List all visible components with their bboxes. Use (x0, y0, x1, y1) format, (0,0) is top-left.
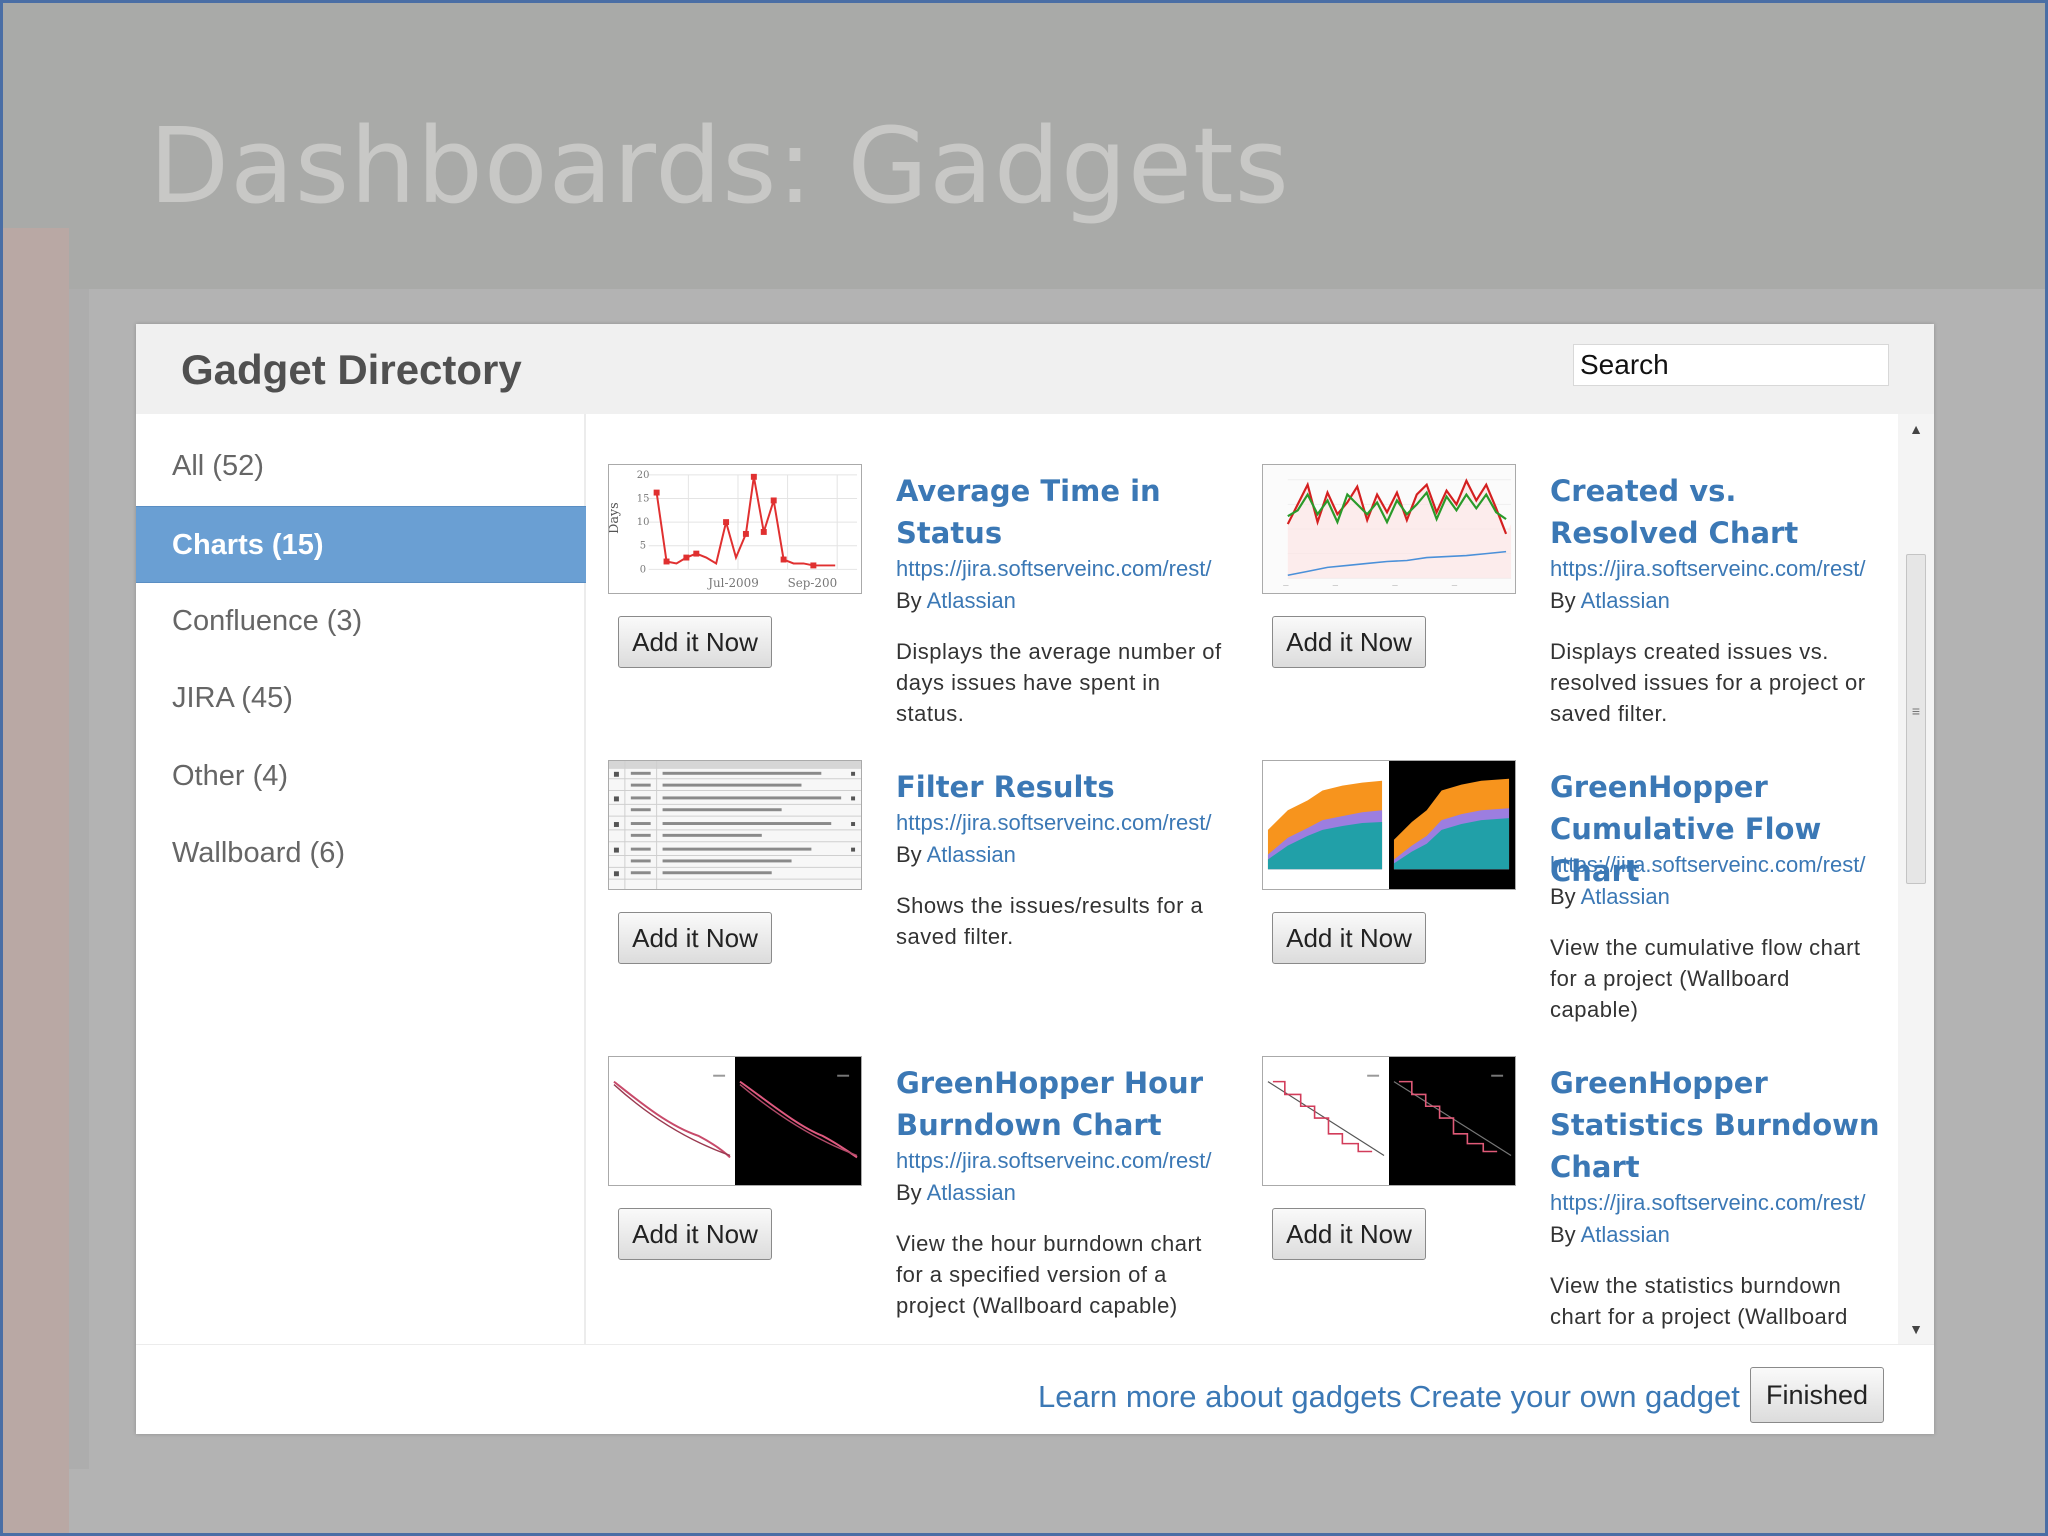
author-link[interactable]: Atlassian (927, 588, 1016, 613)
slide-accent-bar (3, 228, 69, 1533)
scroll-thumb[interactable]: ≡ (1906, 554, 1926, 884)
created-vs-resolved-thumb-chart: — — — — (1263, 465, 1515, 593)
thumb-ytick: 10 (637, 517, 650, 528)
gadget-url[interactable]: https://jira.softserveinc.com/rest/ (1550, 556, 1890, 582)
gadget-directory-dialog: Gadget Directory All (52) Charts (15) Co… (136, 324, 1934, 1434)
gadget-url[interactable]: https://jira.softserveinc.com/rest/ (896, 556, 1236, 582)
author-link[interactable]: Atlassian (1581, 884, 1670, 909)
by-label: By (1550, 884, 1576, 909)
slide-header: Dashboards: Gadgets (3, 3, 2045, 289)
gadget-description: Shows the issues/results for a saved fil… (896, 893, 1204, 949)
gadget-author-line: By Atlassian (1550, 588, 1670, 614)
add-it-now-button[interactable]: Add it Now (1272, 912, 1426, 964)
gadget-author-line: By Atlassian (1550, 1222, 1670, 1248)
by-label: By (896, 588, 922, 613)
gadget-thumbnail (608, 1056, 862, 1186)
author-link[interactable]: Atlassian (1581, 1222, 1670, 1247)
gadget-list-scrollbar[interactable]: ▲ ≡ ▼ (1898, 414, 1934, 1344)
gadget-author-line: By Atlassian (896, 588, 1016, 614)
add-it-now-button[interactable]: Add it Now (618, 1208, 772, 1260)
by-label: By (1550, 1222, 1576, 1247)
author-link[interactable]: Atlassian (1581, 588, 1670, 613)
scroll-down-arrow-icon[interactable]: ▼ (1898, 1314, 1934, 1344)
add-it-now-button[interactable]: Add it Now (1272, 616, 1426, 668)
by-label: By (896, 1180, 922, 1205)
gadget-url[interactable]: https://jira.softserveinc.com/rest/ (896, 1148, 1236, 1174)
gadget-greenhopper-statistics-burndown: Add it Now GreenHopper Statistics Burndo… (1242, 1006, 1882, 1344)
category-jira[interactable]: JIRA (45) (136, 660, 586, 737)
dialog-title: Gadget Directory (181, 346, 522, 393)
cumulative-flow-thumb-chart (1263, 761, 1515, 889)
gadget-url[interactable]: https://jira.softserveinc.com/rest/ (896, 810, 1236, 836)
category-wallboard[interactable]: Wallboard (6) (136, 815, 586, 892)
filter-results-thumb-table (609, 761, 861, 889)
svg-text:—: — (1283, 582, 1289, 589)
slide-title: Dashboards: Gadgets (149, 105, 1290, 227)
dialog-header: Gadget Directory (136, 324, 1934, 414)
gadget-title[interactable]: Created vs. Resolved Chart (1550, 470, 1880, 554)
gadget-description: View the hour burndown chart for a speci… (896, 1231, 1202, 1318)
by-label: By (896, 842, 922, 867)
add-it-now-button[interactable]: Add it Now (1272, 1208, 1426, 1260)
add-it-now-button[interactable]: Add it Now (618, 912, 772, 964)
gadget-average-time-in-status: Days 20 15 10 5 0 Jul-2009 Sep-200 Add i… (588, 414, 1228, 726)
gadget-url[interactable]: https://jira.softserveinc.com/rest/ (1550, 1190, 1890, 1216)
thumb-ytick: 0 (640, 564, 646, 575)
learn-more-link[interactable]: Learn more about gadgets (1038, 1379, 1402, 1415)
create-gadget-link[interactable]: Create your own gadget (1409, 1379, 1740, 1415)
gadget-author-line: By Atlassian (896, 842, 1016, 868)
gadget-thumbnail (1262, 1056, 1516, 1186)
gadget-author-line: By Atlassian (1550, 884, 1670, 910)
author-link[interactable]: Atlassian (927, 1180, 1016, 1205)
thumb-ytick: 15 (637, 493, 650, 504)
add-it-now-button[interactable]: Add it Now (618, 616, 772, 668)
statistics-burndown-thumb-chart (1263, 1057, 1515, 1185)
hour-burndown-thumb-chart (609, 1057, 861, 1185)
category-other[interactable]: Other (4) (136, 738, 586, 815)
author-link[interactable]: Atlassian (927, 842, 1016, 867)
thumb-xtick: Sep-200 (788, 576, 838, 590)
gadget-thumbnail: Days 20 15 10 5 0 Jul-2009 Sep-200 (608, 464, 862, 594)
gadget-description: View the statistics burndown chart for a… (1550, 1273, 1848, 1329)
category-sidebar: All (52) Charts (15) Confluence (3) JIRA… (136, 414, 586, 1344)
gadget-author-line: By Atlassian (896, 1180, 1016, 1206)
thumb-ytick: 20 (637, 470, 650, 481)
gadget-thumbnail (1262, 760, 1516, 890)
scroll-up-arrow-icon[interactable]: ▲ (1898, 414, 1934, 444)
thumb-ytick: 5 (640, 541, 646, 552)
dialog-footer: Learn more about gadgets Create your own… (136, 1344, 1934, 1434)
slide-accent-shadow (69, 289, 89, 1469)
category-charts[interactable]: Charts (15) (136, 506, 586, 583)
category-all[interactable]: All (52) (136, 428, 586, 505)
thumb-xtick: Jul-2009 (707, 576, 759, 590)
gadget-list: Days 20 15 10 5 0 Jul-2009 Sep-200 Add i… (588, 414, 1898, 1344)
gadget-thumbnail (608, 760, 862, 890)
gadget-thumbnail: — — — — (1262, 464, 1516, 594)
category-confluence[interactable]: Confluence (3) (136, 583, 586, 660)
search-input[interactable] (1573, 344, 1889, 386)
svg-text:—: — (1452, 582, 1458, 589)
gadget-created-vs-resolved: — — — — Add it Now Created vs. Resolved Cha… (1242, 414, 1882, 726)
by-label: By (1550, 588, 1576, 613)
gadget-filter-results: Add it Now Filter Results https://jira.s… (588, 710, 1228, 1000)
gadget-greenhopper-cumulative-flow: Add it Now GreenHopper Cumulative Flow C… (1242, 710, 1882, 1022)
gadget-url[interactable]: https://jira.softserveinc.com/rest/ (1550, 852, 1890, 878)
svg-text:—: — (1332, 582, 1338, 589)
gadget-title[interactable]: GreenHopper Hour Burndown Chart (896, 1062, 1226, 1146)
average-time-thumb-chart: Days 20 15 10 5 0 Jul-2009 Sep-200 (609, 470, 858, 590)
gadget-title[interactable]: GreenHopper Statistics Burndown Chart (1550, 1062, 1880, 1188)
gadget-greenhopper-hour-burndown: Add it Now GreenHopper Hour Burndown Cha… (588, 1006, 1228, 1318)
scroll-grip-icon: ≡ (1911, 703, 1921, 719)
thumb-ylabel: Days (609, 502, 622, 534)
gadget-title[interactable]: Filter Results (896, 766, 1226, 808)
finished-button[interactable]: Finished (1750, 1367, 1884, 1423)
svg-text:—: — (1392, 582, 1398, 589)
gadget-title[interactable]: Average Time in Status (896, 470, 1226, 554)
